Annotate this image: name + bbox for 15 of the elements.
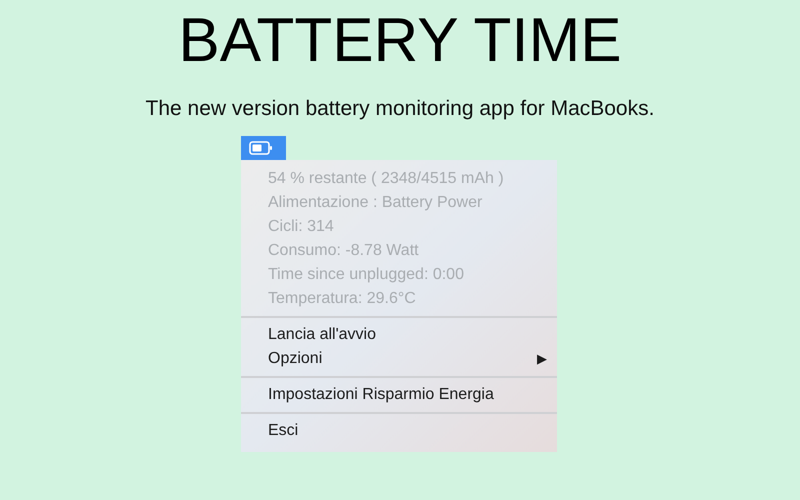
menu-item[interactable]: Lancia all'avvio — [241, 323, 557, 347]
menu-item: Alimentazione : Battery Power — [267, 193, 484, 213]
battery-icon — [249, 141, 273, 155]
app-title: BATTERY TIME — [178, 8, 622, 74]
menu-item: Time since unplugged: 0:00 — [267, 265, 465, 285]
menu-item: Temperatura: 29.6°C — [267, 289, 417, 309]
menu-item: Cicli: 314 — [267, 217, 335, 237]
app-subtitle: The new version battery monitoring app for MacBooks. — [146, 96, 654, 122]
menu-item: 54 % restante ( 2348/4515 mAh ) — [267, 169, 505, 189]
menu-item: Consumo: -8.78 Watt — [267, 241, 420, 261]
submenu-arrow-icon: ▶ — [537, 347, 547, 371]
menu-bar-item[interactable] — [241, 136, 286, 160]
menu-item[interactable]: Impostazioni Risparmio Energia — [241, 383, 557, 407]
menu-item[interactable]: Opzioni ▶ — [241, 347, 557, 371]
menu-item[interactable]: Esci — [241, 419, 557, 443]
